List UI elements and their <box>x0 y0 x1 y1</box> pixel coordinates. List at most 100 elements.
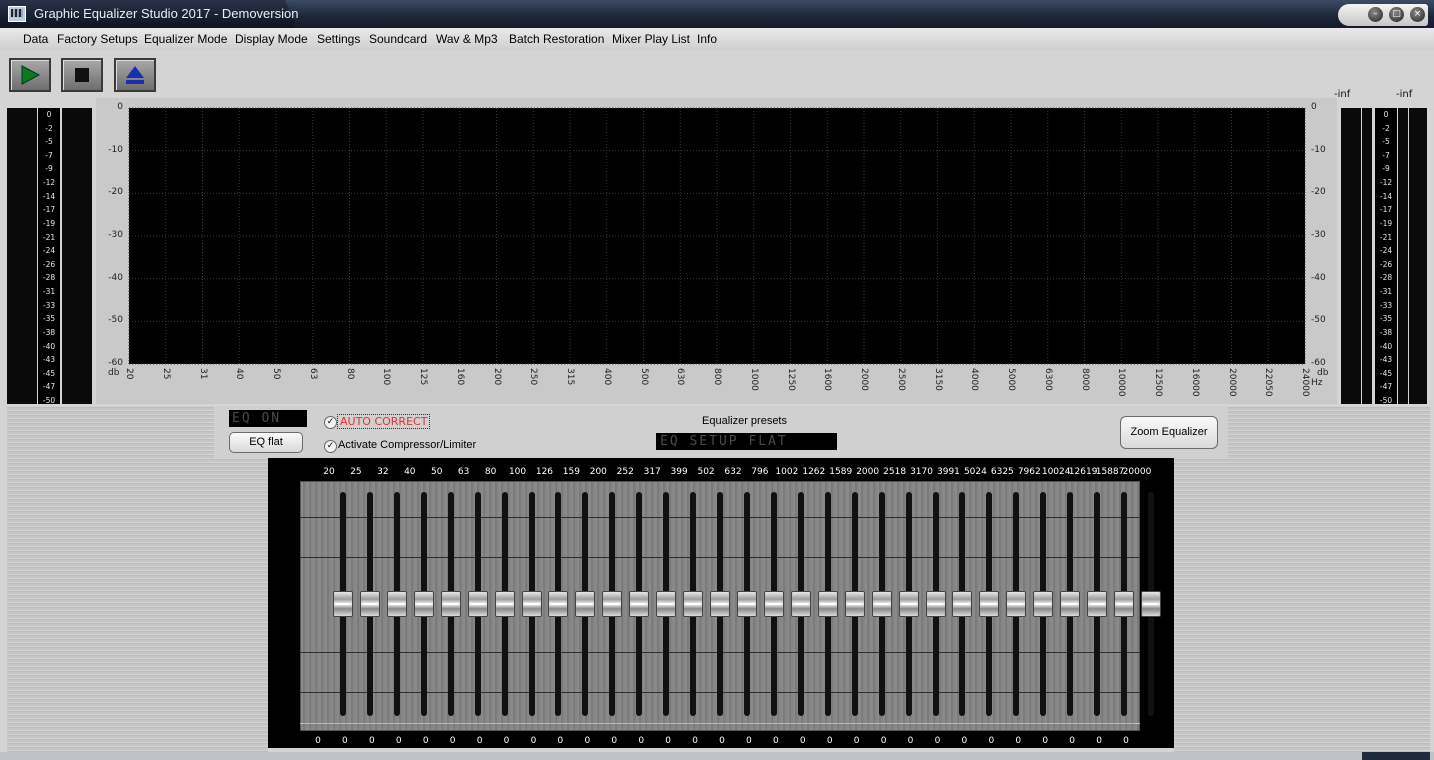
eq-band-value: 0 <box>422 736 429 746</box>
eq-slider-knob[interactable] <box>656 591 677 617</box>
eq-slider-knob[interactable] <box>359 591 380 617</box>
eq-slider-knob[interactable] <box>1141 591 1161 617</box>
maximize-button[interactable]: □ <box>1389 7 1404 22</box>
eq-slider-knob[interactable] <box>871 591 892 617</box>
menu-display-mode[interactable]: Display Mode <box>235 32 308 46</box>
eq-band-value: 0 <box>584 736 591 746</box>
eq-band-value: 0 <box>1096 736 1102 746</box>
eq-slider-knob[interactable] <box>386 591 407 617</box>
menu-batch-restoration[interactable]: Batch Restoration <box>509 32 604 46</box>
menu-equalizer-mode[interactable]: Equalizer Mode <box>144 32 227 46</box>
analyzer-x-label: 22050 <box>1263 368 1274 397</box>
compressor-checkbox[interactable]: ✓ <box>324 440 337 453</box>
eq-slider-knob[interactable] <box>1087 591 1108 617</box>
analyzer-y-label: -40 <box>1311 272 1326 283</box>
eq-slider-knob[interactable] <box>440 591 461 617</box>
eq-slider-knob[interactable] <box>494 591 515 617</box>
preset-lcd[interactable]: EQ SETUP FLAT <box>656 433 837 450</box>
eq-slider-knob[interactable] <box>333 591 353 617</box>
menu-settings[interactable]: Settings <box>317 32 360 46</box>
eq-band-value: 0 <box>988 736 995 746</box>
analyzer-x-label: 3150 <box>932 368 943 391</box>
meter-scale-label: -21 <box>1379 232 1393 242</box>
eq-band-value: 0 <box>934 736 941 746</box>
eq-slider-knob[interactable] <box>467 591 488 617</box>
analyzer-x-label: 6300 <box>1042 368 1053 391</box>
meter-scale-label: -45 <box>42 368 56 378</box>
right-brushed-panel <box>1228 406 1430 752</box>
right-meter-peak-2: -inf <box>1396 89 1413 100</box>
eq-band-value: 0 <box>315 736 321 746</box>
compressor-label[interactable]: Activate Compressor/Limiter <box>338 439 476 451</box>
eq-slider-knob[interactable] <box>710 591 731 617</box>
eq-slider-knob[interactable] <box>898 591 919 617</box>
eq-slider-knob[interactable] <box>1114 591 1135 617</box>
eq-slider-knob[interactable] <box>575 591 596 617</box>
analyzer-x-label: 63 <box>307 368 318 380</box>
auto-correct-checkbox[interactable]: ✓ <box>324 416 337 429</box>
eq-flat-button[interactable]: EQ flat <box>229 432 303 453</box>
eq-band-value: 0 <box>772 736 779 746</box>
menu-info[interactable]: Info <box>697 32 717 46</box>
eq-slider-knob[interactable] <box>952 591 973 617</box>
title-bar[interactable]: Graphic Equalizer Studio 2017 - Demovers… <box>0 0 1434 28</box>
menu-factory-setups[interactable]: Factory Setups <box>57 32 138 46</box>
meter-scale-label: -17 <box>42 205 56 215</box>
analyzer-x-label: 200 <box>491 368 502 386</box>
app-icon[interactable] <box>8 6 26 22</box>
status-strip-end <box>1362 752 1430 760</box>
eq-slider-knob[interactable] <box>763 591 784 617</box>
left-meter-scale: 0 -2 -5 -7 -9 -12 -14 -17 -19 -21 -24 -26 -28 -31 -33 -… <box>38 108 60 405</box>
left-meter-bar-1 <box>7 108 37 404</box>
eq-slider-knob[interactable] <box>629 591 650 617</box>
eq-band-value: 0 <box>719 736 725 746</box>
analyzer-x-label: 20 <box>124 368 134 380</box>
close-button[interactable]: × <box>1410 7 1425 22</box>
analyzer-x-label: 40 <box>234 368 245 380</box>
eq-slider-knob[interactable] <box>1033 591 1054 617</box>
menu-bar: Data Factory Setups Equalizer Mode Displ… <box>0 28 1434 50</box>
presets-label: Equalizer presets <box>702 415 787 427</box>
right-meter-bar-3 <box>1398 108 1408 404</box>
eq-slider-knob[interactable] <box>979 591 1000 617</box>
play-icon <box>21 65 41 85</box>
eq-slider-knob[interactable] <box>817 591 838 617</box>
analyzer-x-label: 80 <box>344 368 355 380</box>
auto-correct-label[interactable]: AUTO CORRECT <box>337 414 431 429</box>
meter-scale-label: -50 <box>42 396 56 405</box>
analyzer-x-label: 250 <box>528 368 539 386</box>
eq-slider-knob[interactable] <box>602 591 623 617</box>
eq-slider-knob[interactable] <box>790 591 811 617</box>
eq-slider-knob[interactable] <box>521 591 542 617</box>
analyzer-x-label: 1600 <box>822 368 833 391</box>
analyzer-x-label: 1000 <box>748 368 759 391</box>
stop-button[interactable] <box>61 58 103 92</box>
menu-data[interactable]: Data <box>23 32 48 46</box>
analyzer-db-unit: db <box>108 368 120 378</box>
left-meter-bar-2 <box>62 108 92 404</box>
eq-slider-knob[interactable] <box>737 591 757 617</box>
eq-slider-knob[interactable] <box>1006 591 1027 617</box>
eq-slider-knob[interactable] <box>1060 591 1081 617</box>
menu-mixer-play-list[interactable]: Mixer Play List <box>612 32 690 46</box>
zoom-equalizer-button[interactable]: Zoom Equalizer <box>1120 416 1218 449</box>
eq-slider-knob[interactable] <box>548 591 569 617</box>
analyzer-x-label: 315 <box>565 368 575 386</box>
analyzer-x-label: 20000 <box>1226 368 1237 397</box>
eq-slider-knob[interactable] <box>844 591 865 617</box>
eq-band-value: 0 <box>611 736 618 746</box>
meter-scale-label: -47 <box>1379 382 1393 392</box>
eject-button[interactable] <box>114 58 156 92</box>
eq-band-value: 0 <box>557 736 564 746</box>
meter-scale-label: -19 <box>42 218 56 228</box>
menu-wav-mp3[interactable]: Wav & Mp3 <box>436 32 498 46</box>
eq-slider-knob[interactable] <box>413 591 434 617</box>
meter-scale-label: -33 <box>1379 300 1393 310</box>
play-button[interactable] <box>9 58 51 92</box>
eq-band-value: 0 <box>826 736 833 746</box>
minimize-button[interactable]: – <box>1368 7 1383 22</box>
eq-slider-knob[interactable] <box>683 591 704 617</box>
eq-band-value: 0 <box>395 736 402 746</box>
eq-slider-knob[interactable] <box>925 591 946 617</box>
menu-soundcard[interactable]: Soundcard <box>369 32 427 46</box>
